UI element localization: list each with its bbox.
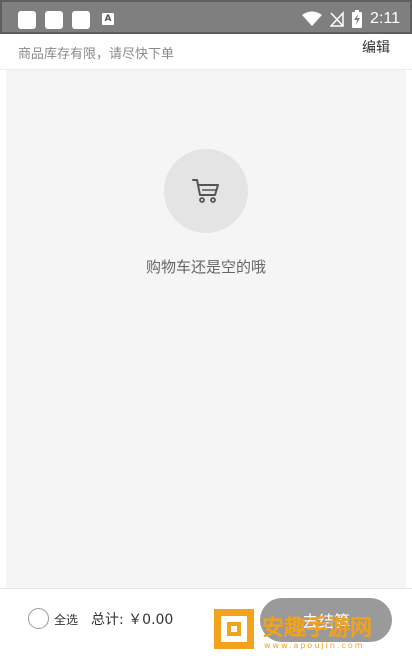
cart-header: 商品库存有限，请尽快下单 编辑 bbox=[0, 34, 412, 70]
watermark-text: 安趣手游网 bbox=[262, 615, 372, 641]
status-time: 2:11 bbox=[370, 10, 400, 27]
notification-square-icon bbox=[72, 11, 90, 29]
notification-square-icon bbox=[45, 11, 63, 29]
empty-cart-message: 购物车还是空的哦 bbox=[145, 258, 266, 276]
watermark-logo: 安趣手游网 www.apoujin.com bbox=[214, 609, 372, 650]
notification-square-icon bbox=[18, 11, 36, 29]
total-value: ￥0.00 bbox=[128, 612, 174, 628]
total-label: 总计: bbox=[91, 612, 124, 628]
battery-charging-icon bbox=[352, 10, 363, 28]
shopping-cart-icon bbox=[192, 179, 219, 203]
select-all-radio[interactable] bbox=[28, 608, 49, 629]
watermark-url: www.apoujin.com bbox=[264, 641, 365, 650]
wifi-icon bbox=[302, 11, 323, 26]
cart-content: 购物车还是空的哦 bbox=[6, 70, 406, 588]
select-all-label[interactable]: 全选 bbox=[54, 611, 78, 628]
total-amount: 总计: ￥0.00 bbox=[91, 609, 173, 629]
stock-hint: 商品库存有限，请尽快下单 bbox=[18, 47, 175, 62]
no-signal-icon bbox=[330, 11, 344, 27]
empty-cart-badge bbox=[164, 149, 248, 233]
status-bar: A 2:11 bbox=[0, 0, 412, 34]
keyboard-a-icon: A bbox=[102, 13, 114, 25]
edit-button[interactable]: 编辑 bbox=[362, 37, 390, 57]
